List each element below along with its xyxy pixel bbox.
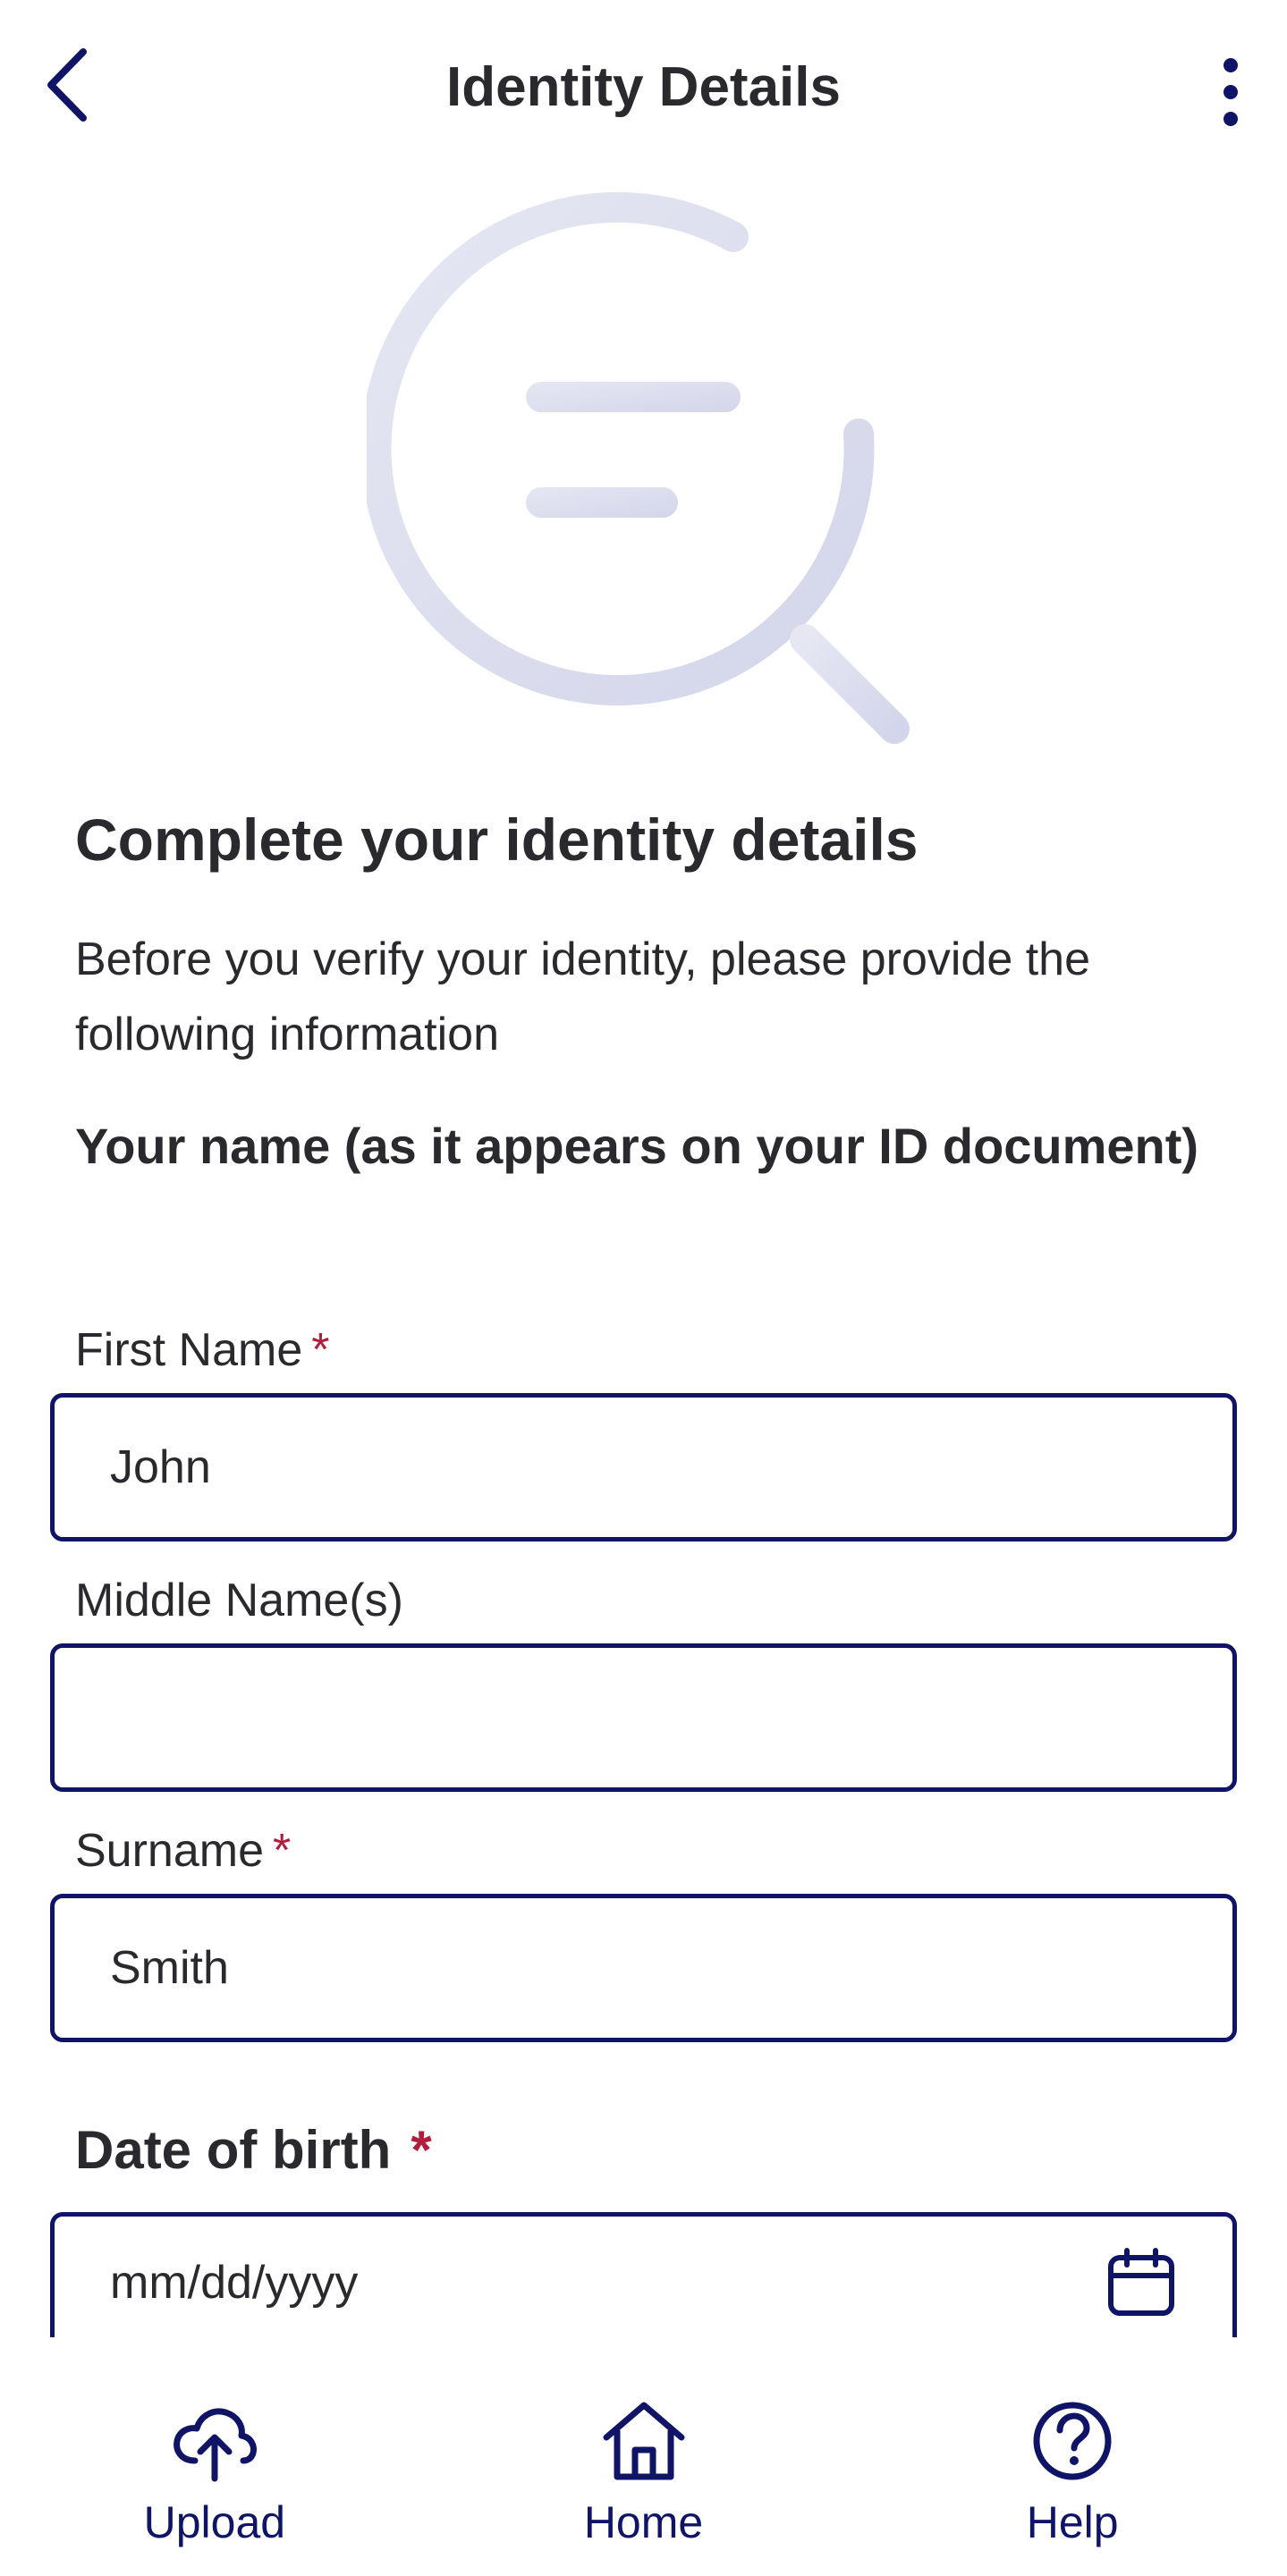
document-search-icon: [360, 191, 910, 744]
nav-help-label: Help: [1026, 2497, 1119, 2547]
nav-home[interactable]: Home: [429, 2337, 859, 2576]
hero-illustration: [360, 183, 939, 764]
name-section-title: Your name (as it appears on your ID docu…: [75, 1118, 1199, 1175]
required-marker: *: [411, 2120, 432, 2180]
home-icon: [603, 2402, 684, 2480]
middle-name-input[interactable]: [50, 1643, 1237, 1792]
nav-upload-label: Upload: [143, 2497, 286, 2547]
main-content: Complete your identity details Before yo…: [75, 805, 1229, 1179]
nav-upload[interactable]: Upload: [0, 2337, 429, 2576]
middle-name-label: Middle Name(s): [75, 1575, 403, 1626]
bottom-nav: Upload Home Help: [0, 2337, 1287, 2576]
upload-cloud-icon: [173, 2408, 257, 2482]
nav-help[interactable]: Help: [858, 2337, 1287, 2576]
page-header-title: Identity Details: [446, 56, 841, 118]
page-title: Complete your identity details: [75, 807, 919, 873]
surname-input[interactable]: Smith: [50, 1894, 1237, 2042]
intro-text: Before you verify your identity, please …: [75, 933, 1090, 1061]
more-vertical-icon: [1223, 58, 1238, 126]
help-circle-icon: [1033, 2402, 1112, 2480]
first-name-label: First Name *: [75, 1324, 330, 1376]
app-header: Identity Details: [0, 0, 1287, 188]
required-marker: *: [273, 1825, 292, 1877]
more-options-button[interactable]: [1190, 43, 1271, 141]
calendar-icon[interactable]: [1105, 2247, 1177, 2318]
required-marker: *: [311, 1324, 330, 1376]
surname-label: Surname *: [75, 1825, 292, 1877]
dob-label: Date of birth *: [75, 2120, 432, 2180]
first-name-input[interactable]: John: [50, 1393, 1237, 1541]
nav-home-label: Home: [583, 2497, 704, 2547]
dob-placeholder: mm/dd/yyyy: [110, 2257, 359, 2309]
